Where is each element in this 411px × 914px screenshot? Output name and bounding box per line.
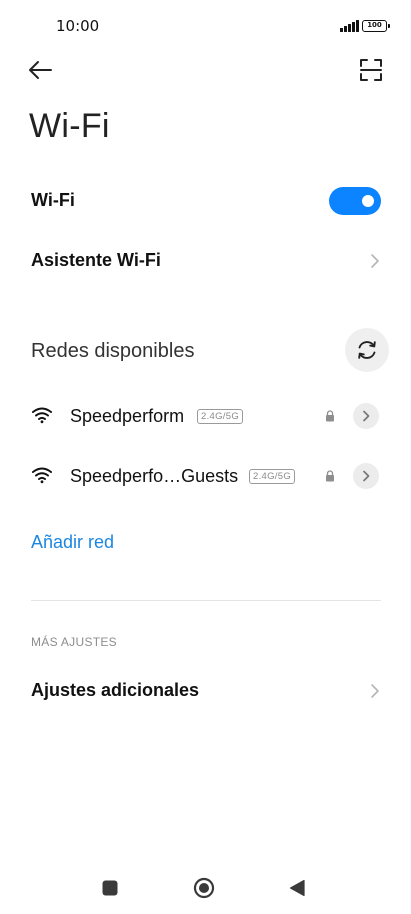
recents-button[interactable] [99,877,121,899]
available-networks-title: Redes disponibles [31,340,195,362]
chevron-right-icon [363,470,370,482]
square-icon [102,880,118,896]
chevron-right-icon [363,410,370,422]
battery-icon: 100 [362,20,390,32]
network-item[interactable]: Speedperfo…Guests 2.4G/5G [0,452,411,502]
network-details-button[interactable] [353,463,379,489]
back-button[interactable] [26,56,56,84]
nav-back-button[interactable] [286,877,308,899]
band-badge: 2.4G/5G [197,409,244,424]
additional-settings-label: Ajustes adicionales [31,680,200,700]
lock-icon [326,410,334,422]
qr-scan-icon [360,59,382,81]
more-settings-header: MÁS AJUSTES [31,635,117,649]
signal-icon [340,20,359,32]
wifi-toggle-row[interactable]: Wi-Fi [0,178,411,224]
navigation-bar [0,860,411,914]
circle-icon [193,877,215,899]
refresh-button[interactable] [345,328,389,372]
divider [31,600,381,601]
chevron-right-icon [371,254,379,268]
battery-level: 100 [367,21,382,29]
scan-button[interactable] [357,56,385,84]
additional-settings-row[interactable]: Ajustes adicionales [0,668,411,714]
home-button[interactable] [193,877,215,899]
refresh-icon [358,341,376,359]
add-network-link[interactable]: Añadir red [31,532,114,553]
wifi-toggle-switch[interactable] [329,187,381,215]
chevron-right-icon [371,684,379,698]
network-name: Speedperform [70,406,185,426]
wifi-signal-icon [32,407,52,424]
status-bar: 10:00 100 [0,0,411,52]
arrow-left-icon [29,61,52,79]
page-title: Wi-Fi [29,107,110,145]
top-bar [0,52,411,88]
status-time: 10:00 [56,17,100,35]
wifi-signal-icon [32,467,52,484]
network-name: Speedperfo…Guests [70,466,239,486]
network-item[interactable]: Speedperform 2.4G/5G [0,392,411,442]
triangle-back-icon [289,879,305,897]
toggle-knob [362,195,374,207]
network-details-button[interactable] [353,403,379,429]
lock-icon [326,470,334,482]
wifi-label: Wi-Fi [31,190,75,210]
wifi-assistant-row[interactable]: Asistente Wi-Fi [0,238,411,284]
wifi-assistant-label: Asistente Wi-Fi [31,250,161,270]
band-badge: 2.4G/5G [249,469,296,484]
